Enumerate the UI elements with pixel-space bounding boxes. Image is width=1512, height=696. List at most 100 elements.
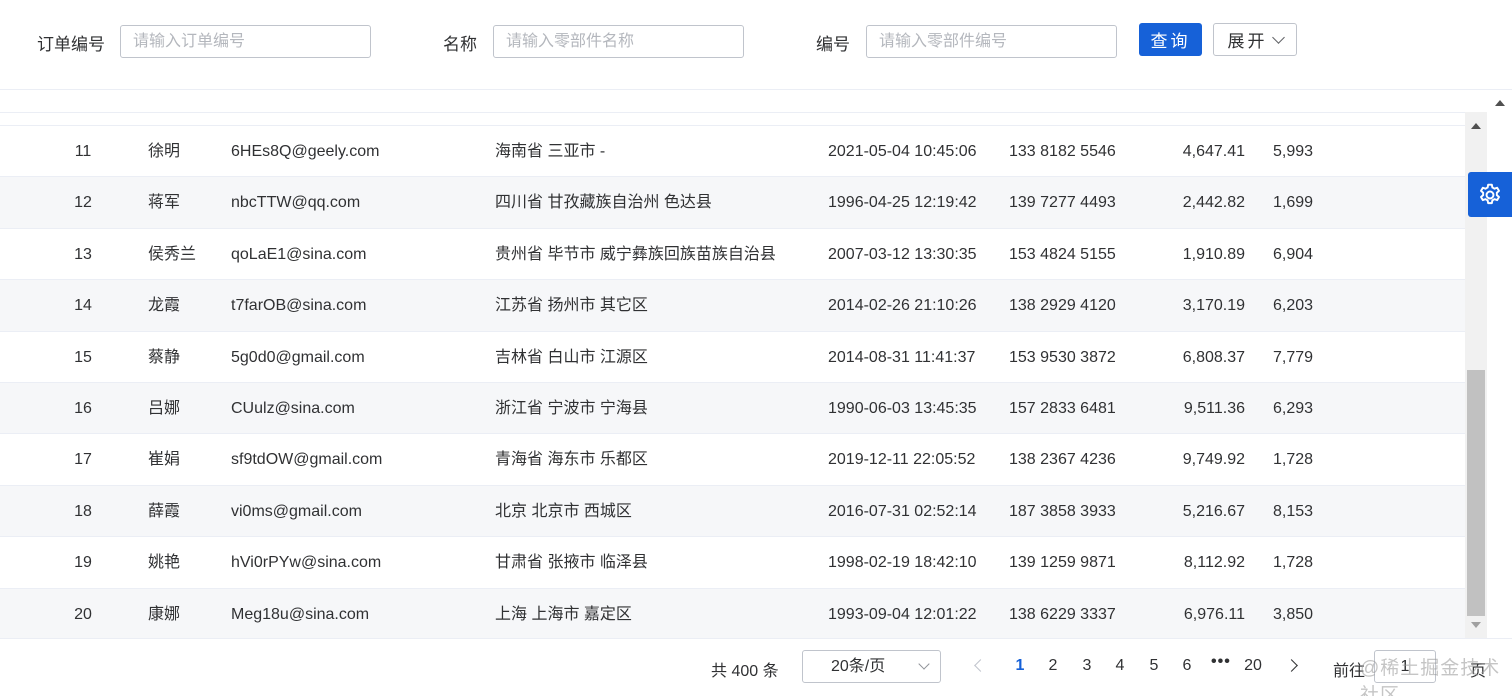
row-email-cell: Meg18u@sina.com bbox=[231, 605, 370, 623]
order-number-input[interactable] bbox=[120, 25, 371, 58]
page-1[interactable]: 1 bbox=[1010, 657, 1030, 675]
row-amount-cell: 1,910.89 bbox=[1182, 245, 1245, 263]
table-body: 11 徐明 6HEs8Q@geely.com 海南省 三亚市 - 2021-05-04 … bbox=[0, 126, 1465, 638]
page-scroll-up-arrow-icon[interactable] bbox=[1495, 100, 1505, 106]
row-date-cell: 1993-09-04 12:01:22 bbox=[828, 605, 977, 623]
row-date-cell: 1990-06-03 13:45:35 bbox=[828, 399, 977, 417]
scrollbar-thumb[interactable] bbox=[1467, 370, 1485, 616]
gear-icon bbox=[1480, 183, 1500, 204]
row-id-cell: 15 bbox=[74, 348, 92, 366]
row-id-cell: 20 bbox=[74, 605, 92, 623]
order-number-label: 订单编号 bbox=[37, 35, 105, 54]
row-email-cell: 6HEs8Q@geely.com bbox=[231, 143, 380, 160]
row-address-cell: 吉林省 白山市 江源区 bbox=[495, 348, 648, 366]
table-header-divider bbox=[0, 112, 1465, 113]
chevron-left-icon[interactable] bbox=[972, 655, 986, 677]
table-row[interactable]: 16 吕娜 CUulz@sina.com 浙江省 宁波市 宁海县 1990-06-03 … bbox=[0, 382, 1465, 435]
row-amount-cell: 2,442.82 bbox=[1182, 194, 1245, 212]
row-date-cell: 1996-04-25 12:19:42 bbox=[828, 194, 977, 212]
row-id-cell: 12 bbox=[74, 194, 92, 212]
row-date-cell: 2014-02-26 21:10:26 bbox=[828, 297, 977, 315]
part-code-input[interactable] bbox=[866, 25, 1117, 58]
row-count-cell: 1,699 bbox=[1273, 194, 1314, 212]
chevron-down-icon bbox=[918, 658, 930, 670]
row-phone-cell: 187 3858 3933 bbox=[1009, 502, 1116, 520]
row-amount-cell: 3,170.19 bbox=[1182, 297, 1245, 315]
part-name-input[interactable] bbox=[493, 25, 744, 58]
row-address-cell: 江苏省 扬州市 其它区 bbox=[495, 297, 648, 315]
row-name-cell: 崔娟 bbox=[148, 451, 181, 469]
row-id-cell: 11 bbox=[74, 143, 92, 160]
row-name-cell: 蒋军 bbox=[148, 194, 181, 212]
data-table: 11 徐明 6HEs8Q@geely.com 海南省 三亚市 - 2021-05-04 … bbox=[0, 90, 1465, 638]
row-phone-cell: 138 6229 3337 bbox=[1009, 605, 1116, 623]
row-phone-cell: 139 1259 9871 bbox=[1009, 554, 1116, 572]
row-address-cell: 贵州省 毕节市 威宁彝族回族苗族自治县 bbox=[495, 245, 776, 263]
row-date-cell: 2021-05-04 10:45:06 bbox=[828, 143, 977, 160]
table-row[interactable]: 12 蒋军 nbcTTW@qq.com 四川省 甘孜藏族自治州 色达县 1996-04-… bbox=[0, 177, 1465, 229]
row-address-cell: 甘肃省 张掖市 临泽县 bbox=[495, 554, 648, 572]
row-amount-cell: 8,112.92 bbox=[1183, 554, 1245, 572]
page-4[interactable]: 4 bbox=[1110, 657, 1130, 675]
row-name-cell: 徐明 bbox=[148, 143, 181, 160]
page-3[interactable]: 3 bbox=[1077, 657, 1097, 675]
settings-button[interactable] bbox=[1468, 172, 1512, 217]
page-5[interactable]: 5 bbox=[1144, 657, 1164, 675]
scroll-up-arrow-icon[interactable] bbox=[1471, 123, 1481, 129]
table-row[interactable]: 17 崔娟 sf9tdOW@gmail.com 青海省 海东市 乐都区 2019-12-… bbox=[0, 434, 1465, 486]
page-6[interactable]: 6 bbox=[1177, 657, 1197, 675]
row-id-cell: 14 bbox=[74, 297, 92, 315]
chevron-right-icon[interactable] bbox=[1286, 655, 1300, 677]
row-email-cell: 5g0d0@gmail.com bbox=[231, 348, 365, 366]
row-date-cell: 2014-08-31 11:41:37 bbox=[828, 348, 976, 366]
row-name-cell: 蔡静 bbox=[148, 348, 181, 366]
row-count-cell: 3,850 bbox=[1273, 605, 1314, 623]
page-last[interactable]: 20 bbox=[1243, 657, 1263, 675]
chevron-down-icon bbox=[1271, 30, 1285, 44]
row-address-cell: 海南省 三亚市 - bbox=[495, 143, 606, 160]
query-button[interactable]: 查询 bbox=[1139, 23, 1202, 56]
row-address-cell: 浙江省 宁波市 宁海县 bbox=[495, 399, 648, 417]
row-id-cell: 13 bbox=[74, 245, 92, 263]
row-phone-cell: 138 2929 4120 bbox=[1009, 297, 1116, 315]
table-row[interactable]: 14 龙霞 t7farOB@sina.com 江苏省 扬州市 其它区 2014-02-2… bbox=[0, 280, 1465, 332]
table-row[interactable]: 11 徐明 6HEs8Q@geely.com 海南省 三亚市 - 2021-05-04 … bbox=[0, 126, 1465, 178]
row-date-cell: 2007-03-12 13:30:35 bbox=[828, 245, 977, 263]
row-email-cell: sf9tdOW@gmail.com bbox=[231, 451, 383, 469]
row-name-cell: 姚艳 bbox=[148, 554, 181, 572]
table-row[interactable]: 15 蔡静 5g0d0@gmail.com 吉林省 白山市 江源区 2014-08-31… bbox=[0, 332, 1465, 383]
table-row[interactable]: 20 康娜 Meg18u@sina.com 上海 上海市 嘉定区 1993-09-04 … bbox=[0, 588, 1465, 638]
table-row[interactable]: 13 侯秀兰 qoLaE1@sina.com 贵州省 毕节市 威宁彝族回族苗族自治县 2… bbox=[0, 229, 1465, 281]
row-amount-cell: 4,647.41 bbox=[1182, 143, 1245, 160]
row-count-cell: 6,293 bbox=[1273, 399, 1314, 417]
table-row[interactable]: 18 薛霞 vi0ms@gmail.com 北京 北京市 西城区 2016-07-31 … bbox=[0, 485, 1465, 538]
page-size-select[interactable]: 20条/页 bbox=[802, 650, 941, 683]
expand-button[interactable]: 展开 bbox=[1213, 23, 1297, 56]
total-count: 共 400 条 bbox=[711, 663, 779, 680]
search-bar: 订单编号 名称 编号 查询 展开 bbox=[0, 0, 1512, 90]
row-count-cell: 1,728 bbox=[1273, 451, 1314, 469]
row-address-cell: 四川省 甘孜藏族自治州 色达县 bbox=[495, 194, 712, 212]
table-row[interactable]: 19 姚艳 hVi0rPYw@sina.com 甘肃省 张掖市 临泽县 1998-02-… bbox=[0, 537, 1465, 589]
watermark: @稀土掘金技术社区 bbox=[1360, 658, 1501, 696]
row-id-cell: 17 bbox=[74, 451, 92, 469]
row-email-cell: CUulz@sina.com bbox=[231, 399, 355, 417]
row-address-cell: 北京 北京市 西城区 bbox=[495, 502, 632, 520]
row-phone-cell: 133 8182 5546 bbox=[1009, 143, 1116, 160]
row-name-cell: 康娜 bbox=[148, 605, 181, 623]
more-pages-icon[interactable]: ••• bbox=[1211, 653, 1231, 671]
row-date-cell: 2016-07-31 02:52:14 bbox=[828, 502, 977, 520]
row-email-cell: vi0ms@gmail.com bbox=[231, 502, 362, 520]
row-count-cell: 7,779 bbox=[1273, 348, 1314, 366]
row-phone-cell: 138 2367 4236 bbox=[1009, 451, 1116, 469]
row-count-cell: 6,904 bbox=[1273, 245, 1314, 263]
row-date-cell: 1998-02-19 18:42:10 bbox=[828, 554, 977, 572]
row-phone-cell: 139 7277 4493 bbox=[1009, 194, 1116, 212]
table-header bbox=[0, 90, 1465, 126]
row-name-cell: 薛霞 bbox=[148, 502, 181, 520]
scroll-down-arrow-icon[interactable] bbox=[1471, 622, 1481, 628]
row-count-cell: 1,728 bbox=[1273, 554, 1314, 572]
row-id-cell: 19 bbox=[74, 554, 92, 572]
row-email-cell: hVi0rPYw@sina.com bbox=[231, 554, 382, 572]
page-2[interactable]: 2 bbox=[1043, 657, 1063, 675]
